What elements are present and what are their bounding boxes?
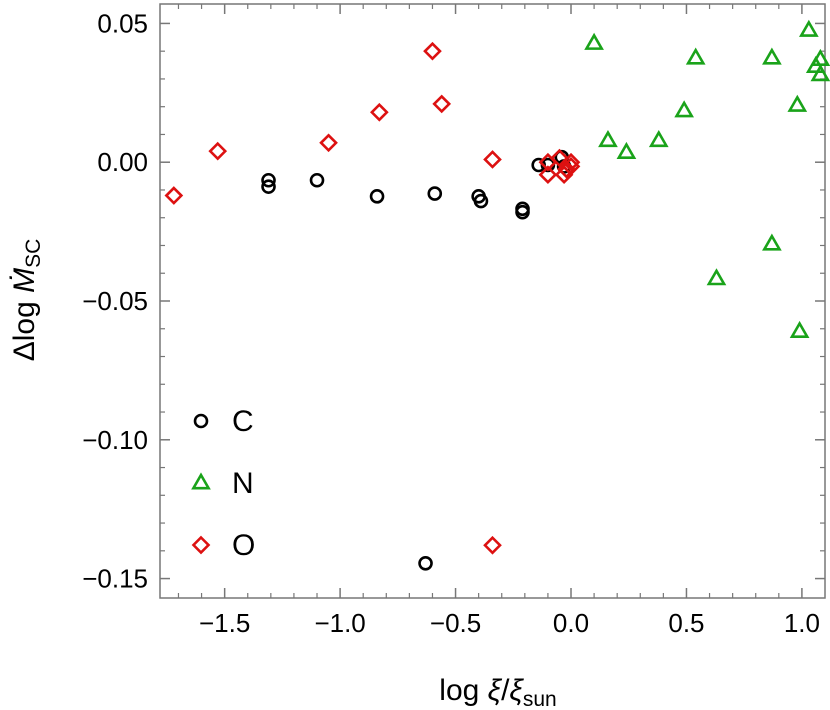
point-n — [598, 129, 618, 148]
y-tick-label: −0.10 — [82, 425, 148, 455]
x-axis-title-main: log — [439, 674, 487, 707]
point-n — [648, 129, 669, 148]
x-tick-label: 1.0 — [784, 608, 820, 638]
plot-border — [159, 3, 826, 599]
scatter-chart: −1.5 −1.0 −0.5 0.0 0.5 1.0 0.05 0.00 −0.05 −0.10 −… — [8, 3, 830, 710]
point-o — [319, 133, 338, 153]
point-n — [616, 141, 637, 159]
y-tick-label: 0.05 — [97, 8, 148, 38]
point-n — [762, 233, 782, 251]
series-c — [261, 149, 572, 571]
series-o — [164, 41, 581, 555]
x-axis-title: log ξ/ξsun — [439, 674, 556, 710]
x-tick-label: 0.5 — [668, 608, 704, 638]
point-c — [427, 186, 443, 201]
point-o — [483, 150, 502, 169]
point-n — [584, 32, 604, 50]
y-axis-title-sub: SC — [22, 239, 45, 268]
point-o — [208, 141, 228, 161]
point-c — [309, 172, 325, 188]
data-points — [164, 19, 830, 571]
y-axis-title-main: Δlog — [8, 293, 41, 361]
y-tick-label: −0.05 — [82, 286, 148, 316]
x-axis-title-sub: sun — [523, 688, 557, 710]
axis-ticks: −1.5 −1.0 −0.5 0.0 0.5 1.0 0.05 0.00 −0.05 −0.10 −… — [82, 4, 825, 638]
legend-label-c: C — [232, 405, 254, 438]
point-o — [423, 41, 442, 61]
legend: CNO — [191, 405, 255, 562]
y-axis-title-var: Ṁ — [8, 268, 41, 293]
x-tick-label: −1.0 — [314, 608, 365, 638]
point-n — [706, 268, 727, 286]
legend-item-n: N — [191, 467, 254, 500]
legend-item-c: C — [193, 405, 254, 438]
legend-marker-o — [191, 535, 211, 555]
legend-marker-n — [191, 472, 211, 490]
point-n — [787, 94, 808, 112]
point-o — [432, 94, 452, 114]
series-n — [584, 19, 830, 339]
y-axis-title: Δlog ṀSC — [8, 239, 45, 362]
legend-marker-c — [193, 413, 209, 429]
legend-item-o: O — [191, 529, 255, 562]
x-tick-label: 0.0 — [553, 608, 589, 638]
point-c — [418, 556, 433, 571]
legend-label-o: O — [232, 529, 255, 562]
plot-frame — [159, 3, 826, 599]
point-n — [762, 47, 782, 65]
y-tick-label: −0.15 — [82, 564, 148, 594]
x-tick-label: −0.5 — [430, 608, 481, 638]
point-c — [369, 189, 385, 204]
point-n — [798, 19, 819, 37]
point-n — [685, 47, 706, 65]
y-tick-label: 0.00 — [97, 147, 148, 177]
point-n — [789, 320, 810, 339]
point-o — [164, 186, 184, 205]
x-tick-label: −1.5 — [199, 608, 250, 638]
point-o — [370, 102, 389, 122]
point-n — [674, 100, 694, 118]
point-o — [483, 535, 502, 555]
legend-label-n: N — [232, 467, 254, 500]
